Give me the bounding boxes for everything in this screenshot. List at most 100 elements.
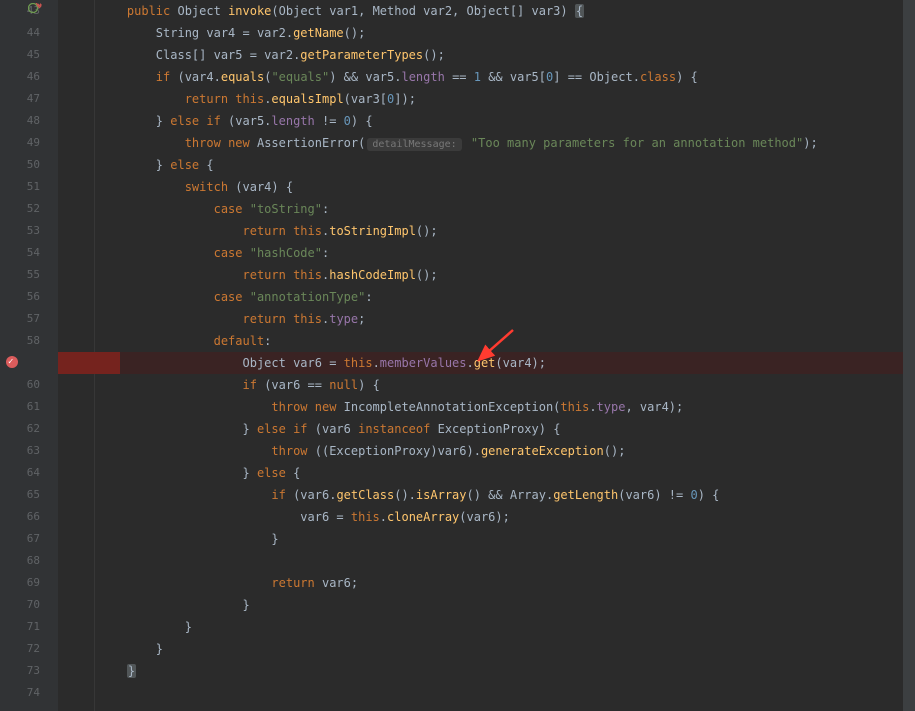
token: return [243,268,294,282]
code-line[interactable]: case "hashCode": [62,242,915,264]
code-line[interactable]: throw ((ExceptionProxy)var6).generateExc… [62,440,915,462]
code-area[interactable]: public Object invoke(Object var1, Method… [58,0,915,711]
code-line[interactable]: Object var6 = this.memberValues.get(var4… [62,352,915,374]
gutter-line[interactable]: 60 [0,374,40,396]
token: this [560,400,589,414]
gutter-line[interactable]: 44 [0,22,40,44]
scrollbar[interactable] [903,0,915,711]
code-line[interactable]: } [62,638,915,660]
token: invoke [228,4,271,18]
gutter-line[interactable]: 62 [0,418,40,440]
gutter-line[interactable]: 45 [0,44,40,66]
override-icon[interactable] [28,3,42,17]
token: var6 = [300,510,351,524]
token: "equals" [271,70,329,84]
token: . [373,356,380,370]
gutter-line[interactable]: 43 [0,0,40,22]
code-line[interactable]: } [62,594,915,616]
code-line[interactable]: throw new IncompleteAnnotationException(… [62,396,915,418]
gutter-line[interactable]: 47 [0,88,40,110]
code-line[interactable]: default: [62,330,915,352]
gutter-line[interactable]: 53 [0,220,40,242]
token: 0 [344,114,351,128]
gutter-line[interactable] [0,352,40,374]
gutter-line[interactable]: 51 [0,176,40,198]
token: (); [344,26,366,40]
gutter-line[interactable]: 48 [0,110,40,132]
code-line[interactable]: } [62,660,915,682]
code-line[interactable]: var6 = this.cloneArray(var6); [62,506,915,528]
gutter-line[interactable]: 70 [0,594,40,616]
token: cloneArray [387,510,459,524]
code-line[interactable]: return this.type; [62,308,915,330]
code-line[interactable]: String var4 = var2.getName(); [62,22,915,44]
code-line[interactable]: return this.equalsImpl(var3[0]); [62,88,915,110]
token: ); [803,136,817,150]
token: getName [293,26,344,40]
code-line[interactable]: } else { [62,462,915,484]
code-line[interactable]: } [62,528,915,550]
code-line[interactable]: if (var4.equals("equals") && var5.length… [62,66,915,88]
gutter-line[interactable]: 63 [0,440,40,462]
gutter-line[interactable]: 49 [0,132,40,154]
code-line[interactable]: return var6; [62,572,915,594]
token: return [185,92,236,106]
token: throw [271,400,314,414]
gutter-line[interactable]: 56 [0,286,40,308]
gutter-line[interactable]: 54 [0,242,40,264]
gutter-line[interactable]: 58 [0,330,40,352]
gutter-line[interactable]: 57 [0,308,40,330]
token: var6; [322,576,358,590]
token: 1 [474,70,481,84]
gutter-line[interactable]: 50 [0,154,40,176]
gutter-line[interactable]: 55 [0,264,40,286]
token: else [170,158,206,172]
code-line[interactable]: public Object invoke(Object var1, Method… [62,0,915,22]
gutter-line[interactable]: 74 [0,682,40,704]
code-line[interactable]: if (var6.getClass().isArray() && Array.g… [62,484,915,506]
gutter-line[interactable]: 65 [0,484,40,506]
code-line[interactable]: } else { [62,154,915,176]
gutter-line[interactable]: 64 [0,462,40,484]
gutter-line[interactable]: 67 [0,528,40,550]
code-line[interactable]: } else if (var6 instanceof ExceptionProx… [62,418,915,440]
token: : [322,202,329,216]
gutter-line[interactable]: 69 [0,572,40,594]
token: return [271,576,322,590]
gutter-line[interactable]: 72 [0,638,40,660]
token: generateException [481,444,604,458]
code-line[interactable]: } [62,616,915,638]
code-line[interactable]: case "annotationType": [62,286,915,308]
code-line[interactable]: if (var6 == null) { [62,374,915,396]
code-line[interactable] [62,682,915,704]
gutter-line[interactable]: 46 [0,66,40,88]
gutter-line[interactable]: 52 [0,198,40,220]
code-editor[interactable]: 43444546474849505152535455565758 60616263… [0,0,915,711]
code-line[interactable]: throw new AssertionError(detailMessage: … [62,132,915,154]
code-line[interactable]: case "toString": [62,198,915,220]
token: length [401,70,444,84]
gutter-line[interactable]: 73 [0,660,40,682]
code-line[interactable]: switch (var4) { [62,176,915,198]
token: (var6 [315,422,358,436]
token: ExceptionProxy [329,444,430,458]
gutter-line[interactable]: 61 [0,396,40,418]
line-gutter[interactable]: 43444546474849505152535455565758 60616263… [0,0,58,711]
code-line[interactable] [62,550,915,572]
token: ) { [351,114,373,128]
token: } [185,620,192,634]
token: getClass [336,488,394,502]
breakpoint-icon[interactable] [6,356,18,368]
token: this [293,312,322,326]
code-line[interactable]: return this.toStringImpl(); [62,220,915,242]
gutter-line[interactable]: 66 [0,506,40,528]
token: (var6) != [618,488,690,502]
code-line[interactable]: } else if (var5.length != 0) { [62,110,915,132]
gutter-line[interactable]: 68 [0,550,40,572]
gutter-line[interactable]: 71 [0,616,40,638]
token: != [315,114,344,128]
token: } [156,642,163,656]
code-line[interactable]: Class[] var5 = var2.getParameterTypes(); [62,44,915,66]
token: else if [257,422,315,436]
code-line[interactable]: return this.hashCodeImpl(); [62,264,915,286]
